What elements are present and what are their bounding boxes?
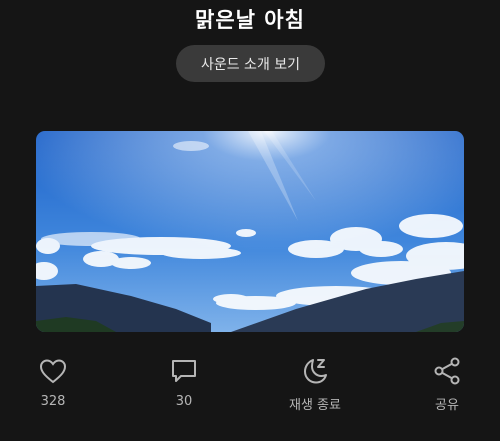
sleep-timer-button[interactable]: 재생 종료 <box>270 355 360 413</box>
heart-icon <box>39 359 67 384</box>
comment-count: 30 <box>175 394 193 409</box>
like-count: 328 <box>40 394 66 409</box>
comment-icon <box>172 360 196 382</box>
cover-photo <box>36 131 464 332</box>
share-label: 공유 <box>435 398 459 413</box>
like-button[interactable]: 328 <box>8 355 98 409</box>
moon-sleep-icon <box>304 359 327 384</box>
sound-intro-label: 사운드 소개 보기 <box>200 56 301 73</box>
page-title: 맑은날 아침 <box>195 8 305 32</box>
share-button[interactable]: 공유 <box>402 355 492 413</box>
sound-intro-button[interactable]: 사운드 소개 보기 <box>176 45 325 82</box>
comment-button[interactable]: 30 <box>139 355 229 409</box>
sleep-timer-label: 재생 종료 <box>289 398 341 413</box>
share-icon <box>434 357 460 385</box>
